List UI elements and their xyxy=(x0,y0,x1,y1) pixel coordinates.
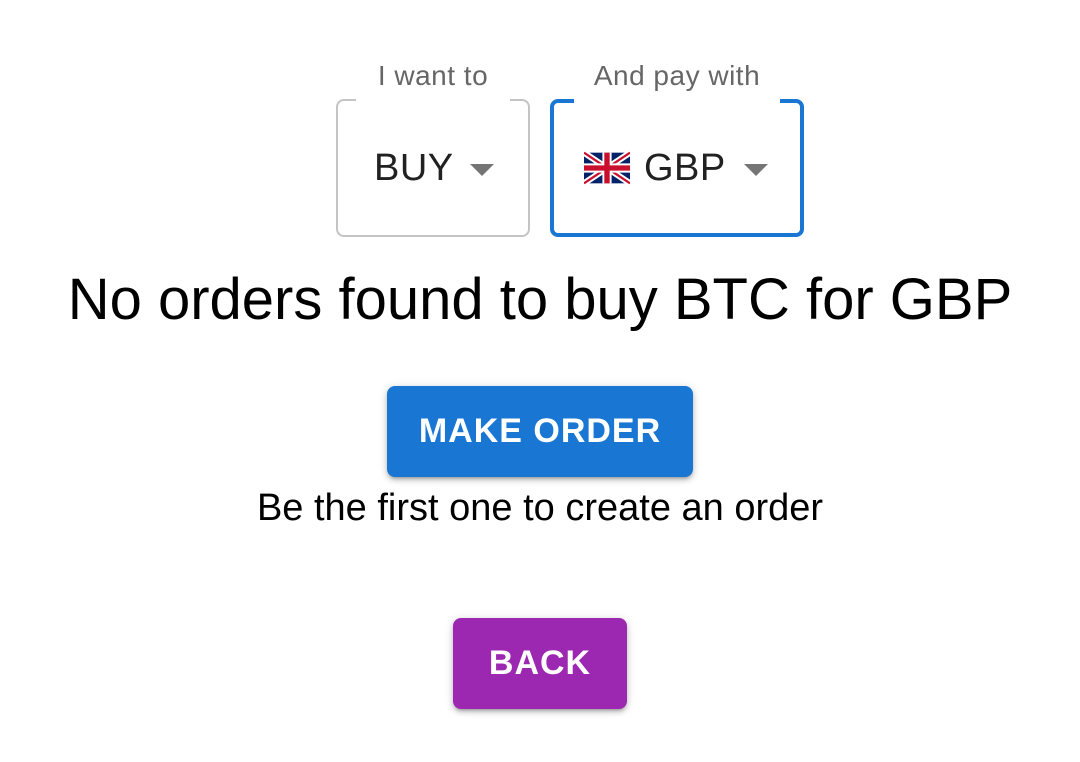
page: I want to BUY And pay with GBP No orders… xyxy=(0,0,1080,762)
currency-value: GBP xyxy=(644,146,726,189)
no-orders-heading: No orders found to buy BTC for GBP xyxy=(67,267,1013,332)
currency-select[interactable]: And pay with GBP xyxy=(550,62,804,237)
uk-flag-icon xyxy=(584,151,630,185)
make-order-button[interactable]: MAKE ORDER xyxy=(387,386,693,477)
order-type-select[interactable]: I want to BUY xyxy=(336,62,530,237)
back-button[interactable]: BACK xyxy=(453,618,627,709)
chevron-down-icon xyxy=(744,164,768,176)
chevron-down-icon xyxy=(470,164,494,176)
currency-legend: And pay with xyxy=(593,60,761,91)
currency-value-wrapper: GBP xyxy=(584,103,726,233)
order-type-value: BUY xyxy=(374,146,454,189)
order-type-legend: I want to xyxy=(377,60,489,91)
empty-state-subtext: Be the first one to create an order xyxy=(256,487,824,529)
